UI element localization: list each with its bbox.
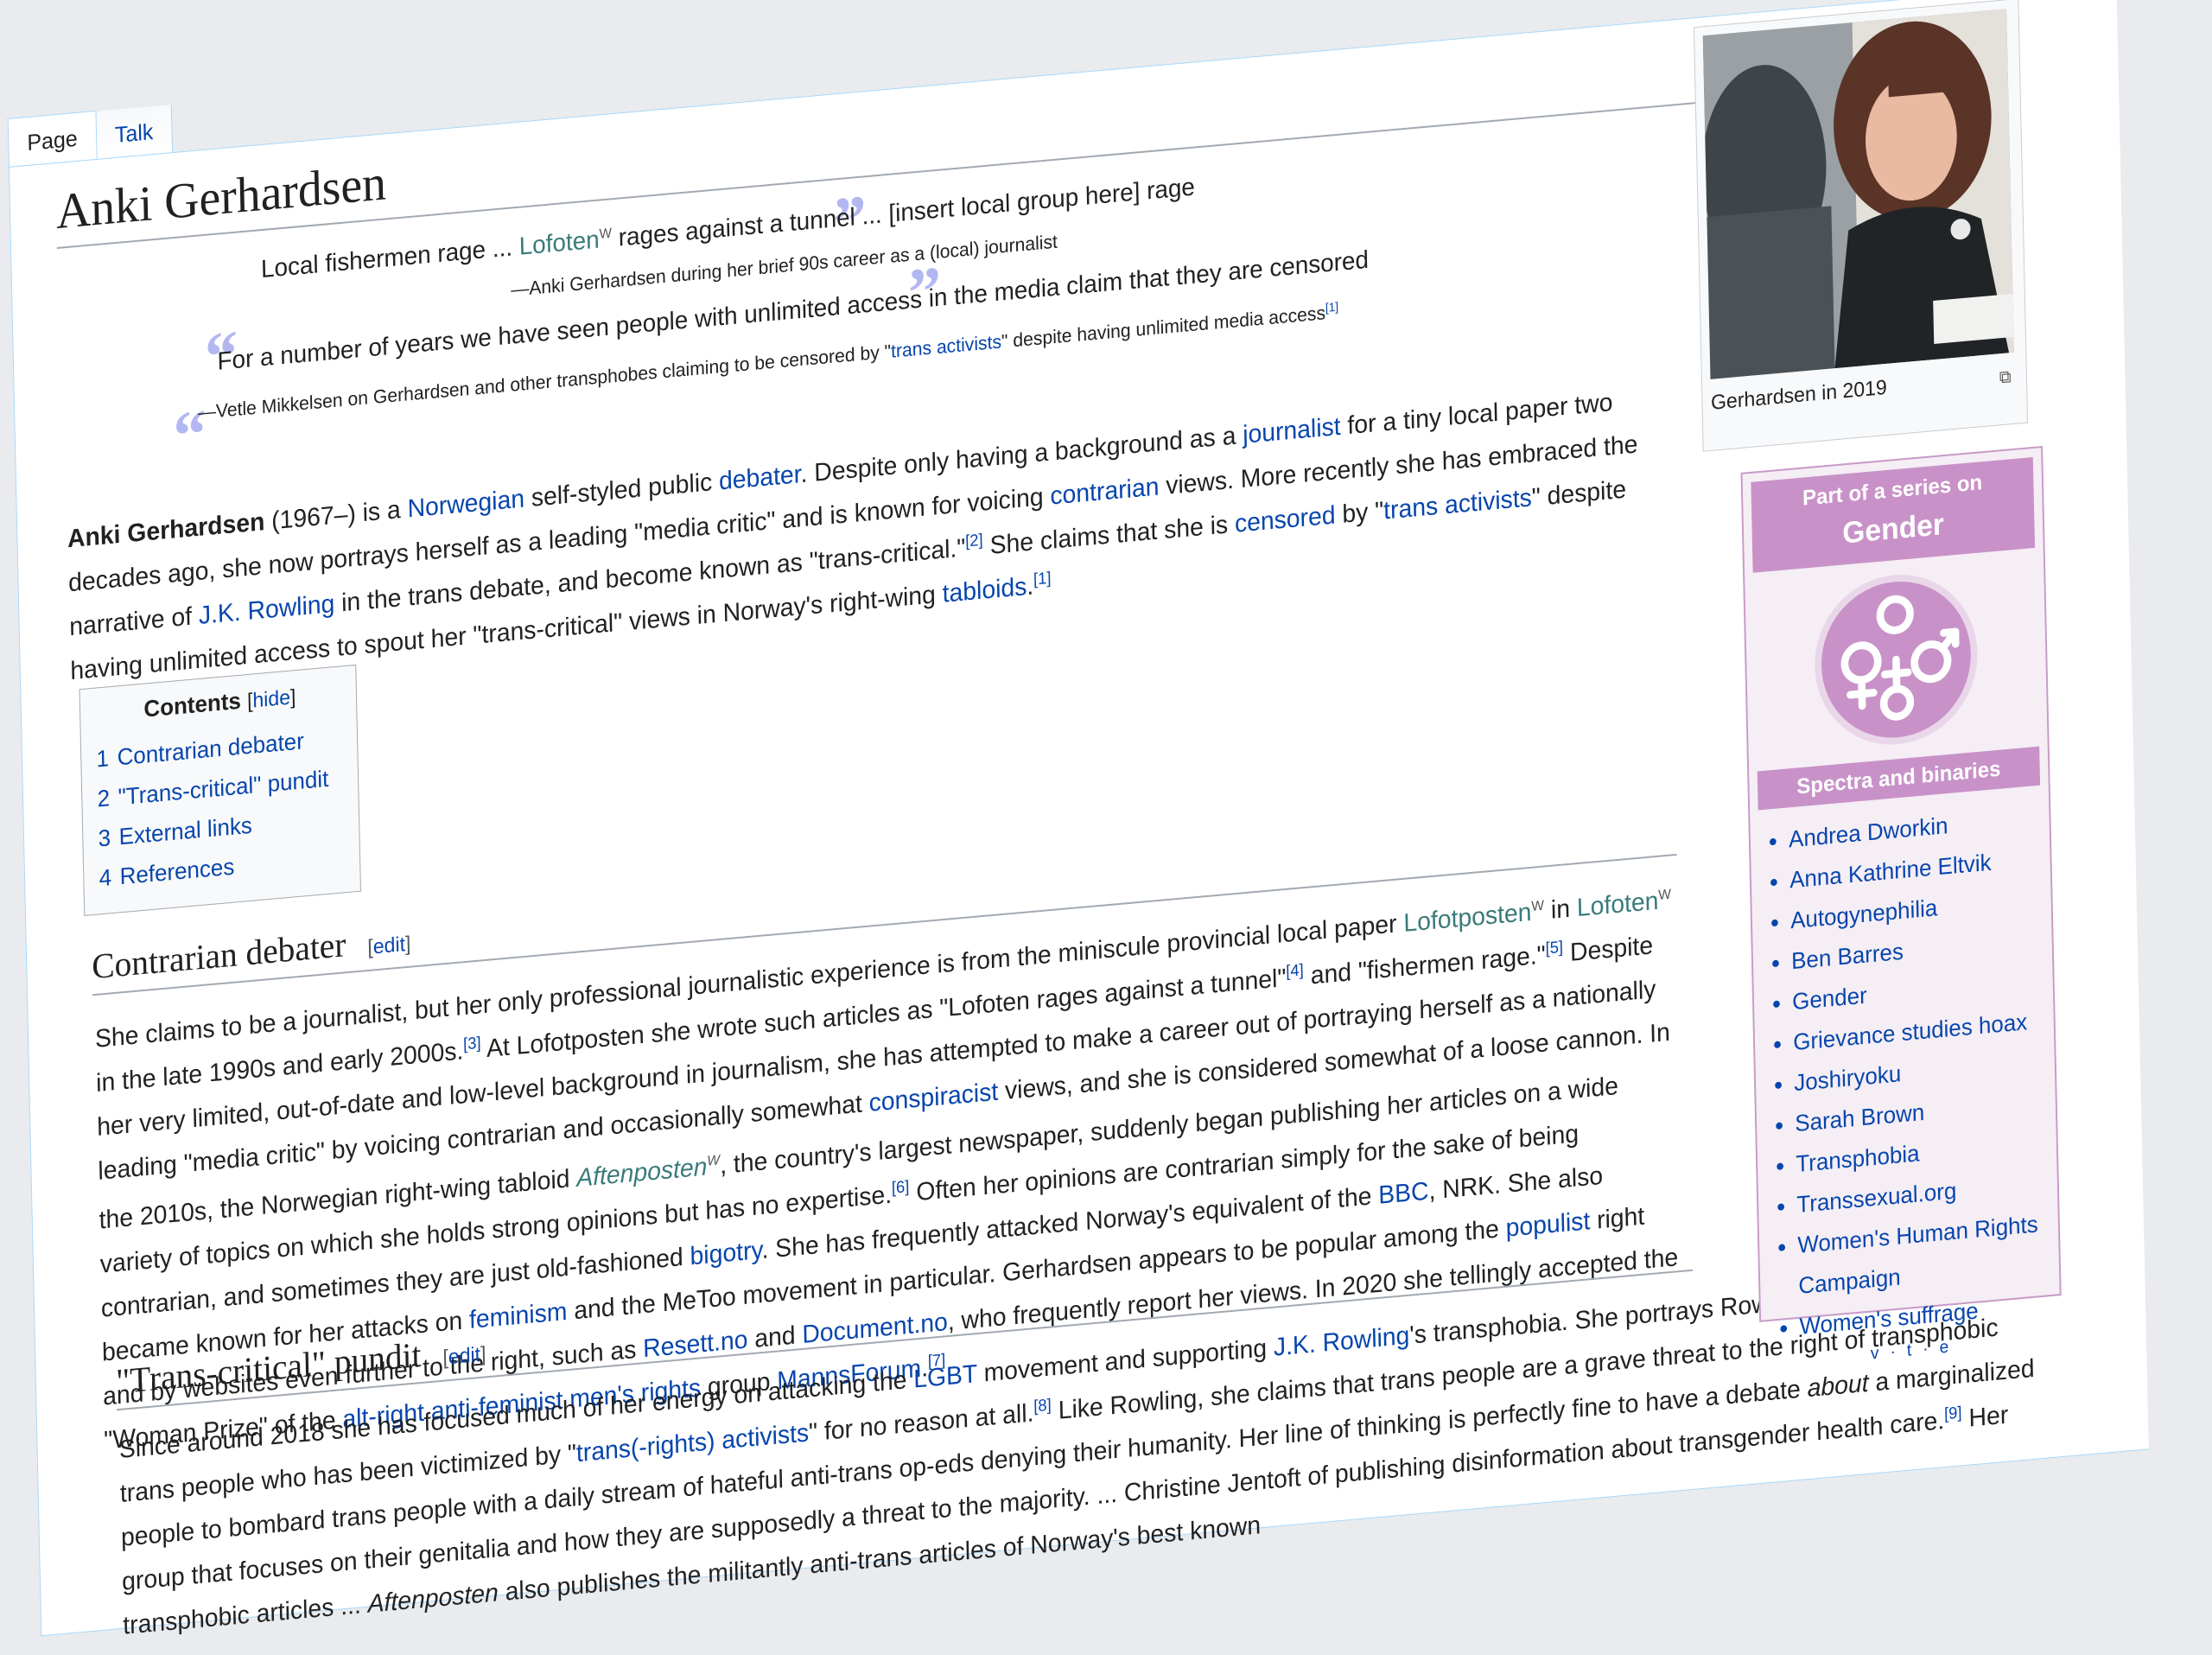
ref-1[interactable]: [1]: [1033, 570, 1052, 589]
link-trans-rights-activists[interactable]: trans(-rights) activists: [576, 1418, 810, 1467]
link-debater[interactable]: debater: [719, 460, 801, 495]
gender-symbol-icon: [1753, 548, 2039, 772]
ref-9[interactable]: [9]: [1944, 1404, 1962, 1423]
link-lofotposten[interactable]: LofotpostenW: [1403, 896, 1544, 937]
link-lgbt[interactable]: LGBT: [913, 1359, 977, 1393]
link-jk-rowling[interactable]: J.K. Rowling: [1274, 1321, 1410, 1362]
ref-1[interactable]: [1]: [1325, 301, 1339, 315]
lead-paragraph: Anki Gerhardsen (1967–) is a Norwegian s…: [67, 377, 1656, 693]
tab-talk[interactable]: Talk: [96, 105, 173, 161]
link-bbc[interactable]: BBC: [1378, 1176, 1429, 1209]
toc-hide-link[interactable]: hide: [252, 686, 290, 713]
edit-section-link[interactable]: edit: [448, 1343, 481, 1369]
ref-8[interactable]: [8]: [1033, 1397, 1052, 1416]
page-viewport: Page Talk Anki Gerhardsen “ ” Local fish…: [7, 0, 2163, 1564]
link-trans-activists[interactable]: trans activists: [891, 330, 1001, 361]
link-jk-rowling[interactable]: J.K. Rowling: [199, 589, 335, 630]
link-censored[interactable]: censored: [1235, 500, 1336, 538]
link-journalist[interactable]: journalist: [1243, 412, 1341, 449]
link-bigotry[interactable]: bigotry: [690, 1236, 762, 1270]
ref-3[interactable]: [3]: [463, 1034, 481, 1054]
link-conspiracist[interactable]: conspiracist: [868, 1077, 998, 1117]
link-norwegian[interactable]: Norwegian: [407, 484, 524, 523]
article-content: Anki Gerhardsen “ ” Local fishermen rage…: [9, 0, 2149, 1636]
ref-6[interactable]: [6]: [892, 1178, 910, 1198]
series-list: Andrea Dworkin Anna Kathrine Eltvik Auto…: [1758, 798, 2052, 1350]
ref-4[interactable]: [4]: [1286, 961, 1304, 981]
subject-name: Anki Gerhardsen: [67, 507, 265, 553]
link-trans-activists[interactable]: trans activists: [1383, 483, 1532, 525]
edit-section-link[interactable]: edit: [372, 933, 405, 958]
link-aftenposten[interactable]: AftenpostenW: [576, 1151, 721, 1193]
table-of-contents: Contents [hide] 1Contrarian debater 2"Tr…: [79, 665, 361, 916]
portrait-illustration: [1703, 9, 2014, 379]
ref-2[interactable]: [2]: [965, 532, 983, 551]
link-lofoten[interactable]: LofotenW: [1577, 885, 1672, 922]
infobox-photo: Gerhardsen in 2019 ⧉: [1694, 0, 2028, 452]
portrait-image[interactable]: [1703, 9, 2014, 379]
toc-title: Contents: [143, 688, 241, 722]
quote-1-link-lofoten[interactable]: LofotenW: [518, 225, 612, 260]
ref-5[interactable]: [5]: [1545, 939, 1563, 958]
emphasis-about: about: [1807, 1369, 1869, 1403]
enlarge-icon[interactable]: ⧉: [1999, 367, 2012, 388]
emphasis-aftenposten: Aftenposten: [367, 1578, 499, 1618]
link-tabloids[interactable]: tabloids: [942, 572, 1027, 608]
series-navbox: Part of a series on Gender: [1741, 446, 2062, 1322]
link-contrarian[interactable]: contrarian: [1050, 473, 1160, 511]
quote-1-text-a: Local fishermen rage ...: [261, 233, 519, 283]
